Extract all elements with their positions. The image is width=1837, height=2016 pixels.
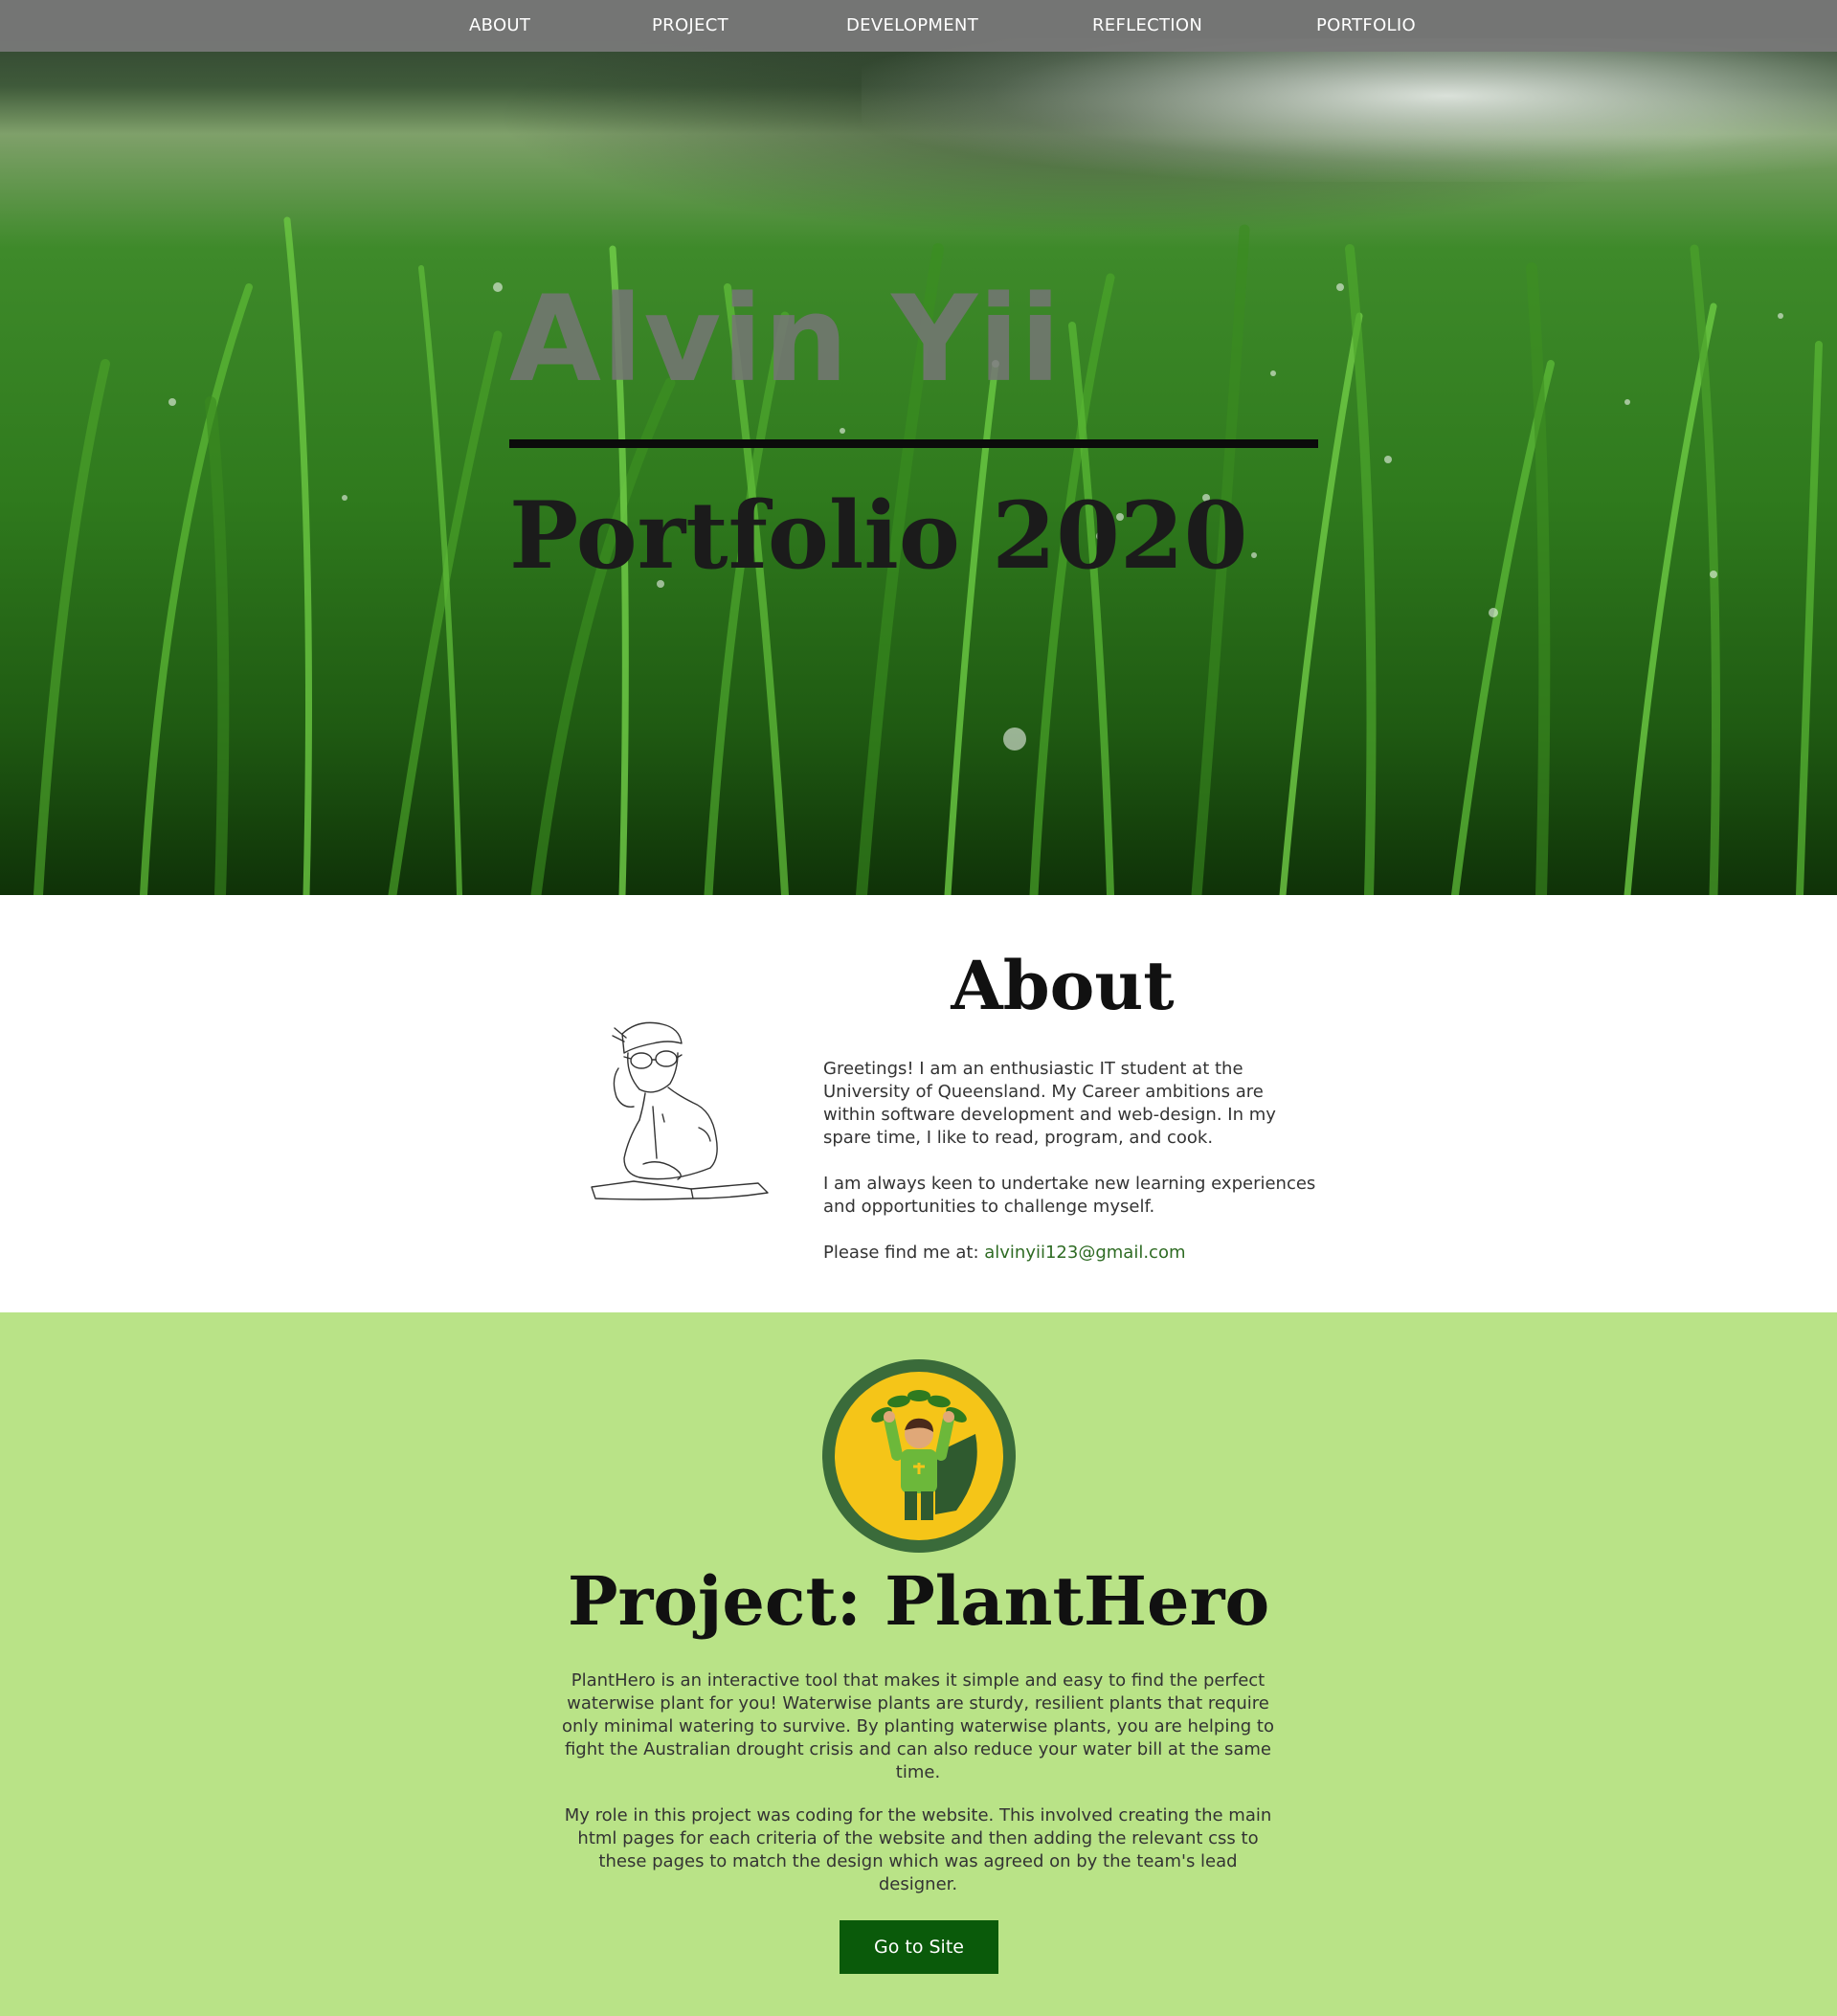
email-link[interactable]: alvinyii123@gmail.com [984,1243,1185,1263]
line-art-portrait-illustration [591,1021,769,1200]
hero-banner: ABOUT PROJECT DEVELOPMENT REFLECTION POR… [0,0,1837,895]
about-contact: Please find me at: alvinyii123@gmail.com [823,1242,1321,1265]
hero-divider [509,439,1318,448]
about-paragraph-1: Greetings! I am an enthusiastic IT stude… [823,1059,1276,1148]
about-title: About [951,946,1175,1025]
project-section: Project: PlantHero PlantHero is an inter… [0,1312,1837,2016]
nav-portfolio[interactable]: PORTFOLIO [1316,0,1416,52]
nav-project[interactable]: PROJECT [652,0,728,52]
project-role: My role in this project was coding for t… [564,1805,1272,1894]
contact-prefix: Please find me at: [823,1243,985,1263]
nav-about[interactable]: ABOUT [469,0,530,52]
project-title: Project: PlantHero [567,1561,1270,1641]
about-text: Greetings! I am an enthusiastic IT stude… [823,1058,1321,1288]
about-paragraph-2: I am always keen to undertake new learni… [823,1174,1316,1217]
nav-development[interactable]: DEVELOPMENT [846,0,978,52]
go-to-site-button[interactable]: Go to Site [840,1920,998,1974]
top-navigation: ABOUT PROJECT DEVELOPMENT REFLECTION POR… [0,0,1837,52]
hero-name: Alvin Yii [509,271,1063,409]
project-description: PlantHero is an interactive tool that ma… [562,1670,1274,1782]
hero-subtitle: Portfolio 2020 [509,482,1248,590]
planthero-logo [822,1359,1016,1553]
nav-reflection[interactable]: REFLECTION [1092,0,1202,52]
about-section: About Greetings! I am an enthusiastic IT… [0,895,1837,1312]
